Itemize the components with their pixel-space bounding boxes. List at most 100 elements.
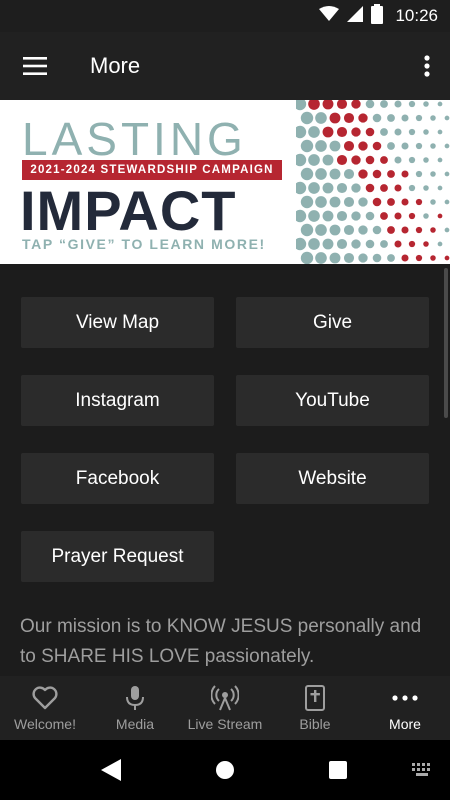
banner-campaign-ribbon: 2021-2024 STEWARDSHIP CAMPAIGN (22, 160, 282, 180)
banner-title-impact: IMPACT (20, 179, 237, 242)
banner-dot (401, 170, 409, 178)
website-button[interactable]: Website (236, 453, 429, 504)
broadcast-icon (211, 684, 239, 712)
banner-dot (380, 156, 388, 164)
banner-dot (343, 252, 355, 264)
banner-dot (408, 100, 416, 108)
banner-dot (444, 171, 450, 177)
banner-dot (329, 252, 341, 264)
nav-item-live-stream[interactable]: Live Stream (180, 676, 270, 740)
banner-dot (401, 114, 409, 122)
banner-dot (401, 226, 409, 234)
link-buttons: View Map Give Instagram YouTube Facebook… (21, 297, 429, 582)
give-button[interactable]: Give (236, 297, 429, 348)
recents-icon[interactable] (326, 758, 350, 782)
banner-dot (351, 239, 361, 249)
campaign-banner[interactable]: LASTING 2021-2024 STEWARDSHIP CAMPAIGN I… (0, 100, 450, 264)
more-content[interactable]: View Map Give Instagram YouTube Facebook… (0, 264, 450, 676)
back-icon[interactable] (98, 758, 124, 782)
banner-dot (380, 128, 388, 136)
banner-dot (437, 129, 443, 135)
banner-dot (401, 142, 409, 150)
banner-dot (444, 115, 450, 121)
banner-cta: TAP “GIVE” TO LEARN MORE! (22, 236, 266, 252)
banner-dot (387, 254, 395, 262)
banner-dot-pattern (296, 100, 450, 264)
banner-dot (394, 156, 402, 164)
nav-label-media: Media (115, 716, 155, 732)
banner-dot (300, 167, 314, 181)
banner-dot (387, 226, 395, 234)
banner-dot (365, 211, 375, 221)
scrollbar[interactable] (444, 268, 448, 418)
banner-dot (365, 239, 375, 249)
banner-dot (423, 213, 429, 219)
banner-dot (365, 155, 375, 165)
banner-dot (423, 129, 429, 135)
banner-dot (444, 199, 450, 205)
banner-dot (415, 114, 423, 122)
nav-item-media[interactable]: Media (90, 676, 180, 740)
nav-item-more[interactable]: More (360, 676, 450, 740)
more-vert-icon[interactable] (404, 32, 450, 100)
view-map-button[interactable]: View Map (21, 297, 214, 348)
banner-dot (300, 195, 314, 209)
banner-dot (423, 101, 429, 107)
banner-dot (380, 240, 388, 248)
status-icons: 10:26 (319, 3, 438, 29)
banner-dot (336, 126, 348, 138)
banner-dot (358, 225, 368, 235)
banner-dot (401, 254, 409, 262)
banner-dot (415, 170, 423, 178)
banner-dot (430, 255, 436, 261)
signal-icon (347, 5, 364, 27)
banner-dot (336, 210, 348, 222)
banner-dot (380, 100, 388, 108)
banner-dot (387, 198, 395, 206)
banner-dot (408, 184, 416, 192)
banner-title-lasting: LASTING (22, 113, 247, 165)
banner-dot (437, 101, 443, 107)
banner-dot (430, 199, 436, 205)
youtube-button[interactable]: YouTube (236, 375, 429, 426)
banner-dot (423, 185, 429, 191)
banner-dot (372, 141, 382, 151)
banner-dot (444, 227, 450, 233)
banner-dot (437, 157, 443, 163)
banner-dot (322, 126, 334, 138)
banner-dot (380, 212, 388, 220)
banner-dot (423, 241, 429, 247)
instagram-button[interactable]: Instagram (21, 375, 214, 426)
banner-dot (336, 154, 348, 166)
banner-dot (387, 114, 395, 122)
banner-dot (308, 126, 320, 138)
nav-label-more: More (389, 716, 421, 732)
wifi-icon (319, 5, 340, 27)
banner-dot (365, 100, 375, 109)
prayer-request-button[interactable]: Prayer Request (21, 531, 214, 582)
home-icon[interactable] (212, 757, 238, 783)
keyboard-icon[interactable] (410, 762, 436, 778)
nav-item-bible[interactable]: Bible (270, 676, 360, 740)
system-nav-bar (0, 740, 450, 800)
hamburger-menu-icon[interactable] (0, 32, 70, 100)
banner-dot (372, 197, 382, 207)
nav-label-welcome: Welcome! (14, 716, 76, 732)
banner-dot (315, 224, 327, 236)
banner-dot (296, 181, 307, 195)
nav-item-welcome[interactable]: Welcome! (0, 676, 90, 740)
banner-dot (358, 253, 368, 263)
banner-dot (430, 227, 436, 233)
banner-dot (372, 169, 382, 179)
app-bar: More (0, 32, 450, 100)
banner-dot (300, 139, 314, 153)
nav-label-live-stream: Live Stream (187, 716, 263, 732)
banner-dot (336, 100, 348, 110)
banner-dot (430, 143, 436, 149)
banner-dot (351, 211, 361, 221)
banner-dot (343, 168, 355, 180)
banner-dot (387, 170, 395, 178)
banner-dot (372, 225, 382, 235)
banner-dot (315, 140, 327, 152)
facebook-button[interactable]: Facebook (21, 453, 214, 504)
